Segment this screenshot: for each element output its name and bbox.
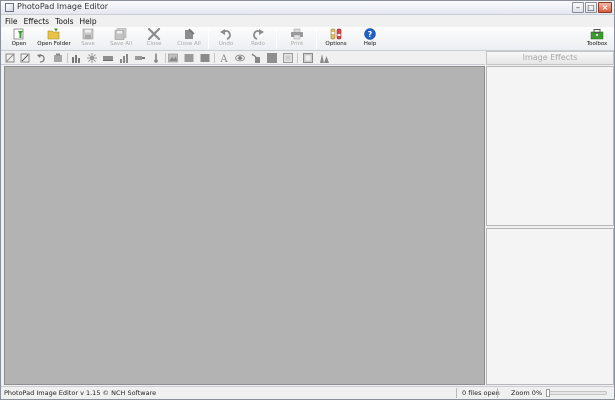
close-label: Close — [146, 41, 162, 47]
open-label: Open — [11, 41, 27, 47]
effects-toolbar-separator — [165, 53, 166, 63]
open-folder-icon — [47, 28, 60, 40]
options-button[interactable]: Options — [324, 28, 348, 50]
effects-list-pane[interactable] — [486, 66, 614, 226]
zoom-slider[interactable] — [546, 389, 607, 397]
brightness-icon[interactable] — [87, 53, 97, 63]
close-icon: × — [601, 3, 609, 12]
red-eye-icon[interactable] — [235, 53, 245, 63]
save-all-label: Save All — [109, 41, 133, 47]
minimize-button[interactable]: – — [572, 2, 584, 13]
redo-icon — [253, 29, 264, 40]
menu-tools[interactable]: Tools — [52, 16, 76, 27]
help-icon: ? — [364, 28, 376, 40]
title-bar[interactable]: PhotoPad Image Editor – □ × — [1, 1, 614, 15]
panel-header: Image Effects — [486, 51, 614, 65]
open-button[interactable]: Open — [7, 28, 31, 50]
frame-icon[interactable] — [303, 53, 313, 63]
temperature-icon[interactable] — [151, 53, 161, 63]
effects-toolbar-separator — [67, 53, 68, 63]
crop-icon[interactable] — [5, 53, 15, 63]
toolbar-separator — [208, 29, 209, 49]
status-separator — [456, 388, 457, 398]
close-x-icon — [147, 28, 161, 40]
filter-icon-1[interactable] — [184, 53, 194, 63]
effects-toolbar-separator — [214, 53, 215, 63]
effects-toolbar-separator — [297, 53, 298, 63]
save-icon — [82, 28, 94, 40]
effects-toolbar: A — [1, 51, 485, 65]
save-button[interactable]: Save — [77, 28, 99, 50]
save-all-button[interactable]: Save All — [107, 28, 135, 50]
resize-icon[interactable] — [53, 53, 63, 63]
status-separator — [497, 388, 498, 398]
menu-bar: File Effects Tools Help — [1, 16, 614, 27]
redo-label: Redo — [251, 41, 265, 47]
image-effects-panel: Image Effects — [486, 51, 614, 385]
close-all-icon — [185, 28, 195, 39]
zoom-slider-thumb[interactable] — [546, 389, 550, 397]
levels-icon[interactable] — [71, 53, 81, 63]
undo-label: Undo — [218, 41, 234, 47]
open-folder-button[interactable]: Open Folder — [37, 28, 71, 50]
print-button[interactable]: Print — [286, 28, 308, 50]
histogram-icon[interactable] — [119, 53, 129, 63]
print-icon — [291, 28, 303, 40]
toolbox-label: Toolbox — [586, 41, 608, 47]
svg-text:A: A — [219, 54, 228, 63]
toolbox-icon — [590, 29, 604, 40]
image-canvas[interactable] — [4, 66, 485, 385]
undo-icon — [220, 29, 231, 40]
app-icon — [5, 3, 14, 12]
photo-effect-icon[interactable] — [168, 53, 178, 63]
options-label: Options — [325, 41, 347, 47]
maximize-icon: □ — [587, 3, 595, 12]
open-folder-label: Open Folder — [37, 41, 71, 47]
print-label: Print — [290, 41, 304, 47]
help-button[interactable]: ? Help — [359, 28, 381, 50]
zoom-label: Zoom 0% — [511, 389, 543, 397]
menu-help[interactable]: Help — [77, 16, 100, 27]
close-all-button[interactable]: Close All — [175, 28, 203, 50]
options-icon — [330, 28, 342, 40]
status-copyright: PhotoPad Image Editor v 1.15 © NCH Softw… — [4, 389, 157, 397]
main-toolbar: Open Open Folder Save Save All Close Clo… — [1, 27, 614, 51]
straighten-icon[interactable] — [20, 53, 30, 63]
toolbar-separator — [276, 29, 277, 49]
effects-settings-pane[interactable] — [486, 228, 614, 385]
save-all-icon — [114, 28, 127, 40]
close-window-button[interactable]: × — [598, 2, 612, 13]
redo-button[interactable]: Redo — [247, 28, 269, 50]
rotate-icon[interactable] — [36, 53, 46, 63]
filter-icon-2[interactable] — [200, 53, 210, 63]
close-all-label: Close All — [177, 41, 201, 47]
text-icon[interactable]: A — [219, 53, 229, 63]
effects-icon[interactable] — [319, 53, 329, 63]
undo-button[interactable]: Undo — [215, 28, 237, 50]
saturation-icon[interactable] — [135, 53, 145, 63]
fill-icon[interactable] — [267, 53, 277, 63]
window-title: PhotoPad Image Editor — [17, 2, 109, 11]
maximize-button[interactable]: □ — [585, 2, 597, 13]
save-label: Save — [81, 41, 95, 47]
contrast-icon[interactable] — [103, 53, 113, 63]
minimize-icon: – — [576, 3, 580, 12]
help-label: Help — [363, 41, 377, 47]
files-open-count: 0 files open — [462, 389, 500, 397]
toolbar-separator — [316, 29, 317, 49]
close-button[interactable]: Close — [143, 28, 165, 50]
svg-text:?: ? — [368, 30, 373, 39]
retouch-icon[interactable] — [251, 53, 261, 63]
toolbox-button[interactable]: Toolbox — [585, 28, 609, 50]
border-icon[interactable] — [283, 53, 293, 63]
menu-effects[interactable]: Effects — [21, 16, 53, 27]
menu-file[interactable]: File — [1, 16, 21, 27]
status-bar: PhotoPad Image Editor v 1.15 © NCH Softw… — [1, 386, 614, 399]
app-window: PhotoPad Image Editor – □ × File Effects… — [0, 0, 615, 400]
window-controls: – □ × — [571, 2, 612, 14]
open-icon — [13, 28, 24, 40]
